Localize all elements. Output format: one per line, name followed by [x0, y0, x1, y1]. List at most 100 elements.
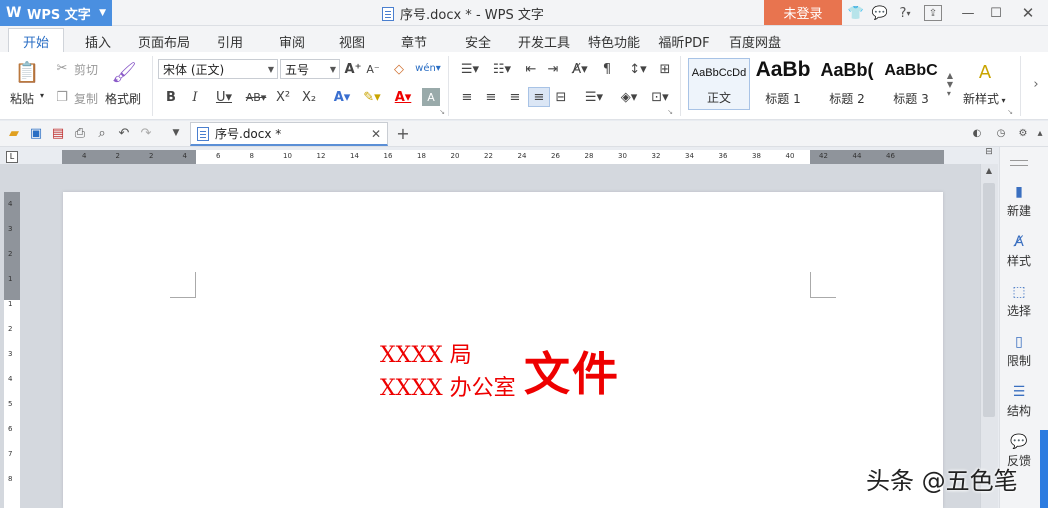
- tab-foxit-pdf[interactable]: 福昕PDF: [654, 30, 714, 52]
- styles-scroll-icon[interactable]: ▲ ▼ ▾: [944, 58, 956, 110]
- tab-stop-selector-icon[interactable]: L: [6, 151, 18, 163]
- side-styles-button[interactable]: A̸ 样式: [999, 234, 1039, 269]
- new-style-icon[interactable]: A: [972, 60, 998, 84]
- vertical-ruler[interactable]: 4 3 2 1 1 2 3 4 5 6 7 8: [4, 192, 20, 508]
- scrollbar-thumb[interactable]: [983, 183, 995, 417]
- font-color-icon[interactable]: A▾: [390, 88, 416, 106]
- maximize-button[interactable]: ☐: [986, 3, 1006, 23]
- tab-references[interactable]: 引用: [210, 30, 250, 52]
- chat-icon[interactable]: 💬: [870, 3, 890, 23]
- numbered-list-icon[interactable]: ☷▾: [488, 60, 516, 78]
- font-name-select[interactable]: 宋体 (正文) ▼: [158, 59, 278, 79]
- show-marks-icon[interactable]: ¶: [598, 60, 616, 78]
- upload-icon[interactable]: ⇪: [924, 5, 942, 21]
- distributed-icon[interactable]: ⊟: [552, 88, 570, 106]
- app-menu-button[interactable]: W WPS 文字 ▼: [0, 0, 112, 26]
- italic-icon[interactable]: I: [186, 88, 204, 106]
- export-pdf-icon[interactable]: ▤: [50, 125, 66, 141]
- settings-icon[interactable]: ⚙: [1016, 126, 1030, 140]
- print-preview-icon[interactable]: ⌕: [94, 125, 110, 141]
- side-new-button[interactable]: ▮ 新建: [999, 184, 1039, 219]
- style-heading-1[interactable]: AaBb 标题 1: [752, 58, 814, 110]
- format-painter-button[interactable]: 格式刷: [105, 90, 141, 107]
- help-button[interactable]: ? ▾: [894, 3, 916, 23]
- shading-icon[interactable]: ◈▾: [614, 88, 644, 106]
- doc-heading-line-1[interactable]: XXXX 局: [380, 337, 472, 369]
- bold-icon[interactable]: B: [162, 88, 180, 106]
- side-restrict-button[interactable]: ▯ 限制: [999, 334, 1039, 369]
- new-style-button[interactable]: 新样式 ▾: [963, 90, 1006, 107]
- doc-heading-line-2[interactable]: XXXX 办公室: [380, 370, 516, 402]
- sort-icon[interactable]: ↕▾: [624, 60, 652, 78]
- clear-format-icon[interactable]: ◇: [390, 60, 408, 78]
- character-shading-icon[interactable]: A: [422, 88, 440, 106]
- save-icon[interactable]: ▣: [28, 125, 44, 141]
- align-left-icon[interactable]: ≡: [458, 88, 476, 106]
- subscript-icon[interactable]: X₂: [300, 88, 318, 106]
- minimize-button[interactable]: —: [958, 3, 978, 23]
- tab-insert[interactable]: 插入: [78, 30, 118, 52]
- font-dialog-icon[interactable]: ↘: [438, 108, 446, 116]
- paragraph-dialog-icon[interactable]: ↘: [666, 108, 674, 116]
- underline-icon[interactable]: U▾: [210, 88, 238, 106]
- decrease-indent-icon[interactable]: ⇤: [522, 60, 540, 78]
- undo-icon[interactable]: ↶: [116, 125, 132, 141]
- paste-button[interactable]: 粘贴: [10, 90, 34, 107]
- close-tab-icon[interactable]: ✕: [371, 127, 381, 141]
- document-page[interactable]: [63, 192, 943, 508]
- superscript-icon[interactable]: X²: [274, 88, 292, 106]
- split-view-icon[interactable]: ⊟: [983, 147, 995, 161]
- close-button[interactable]: ✕: [1018, 3, 1038, 23]
- tab-home[interactable]: 开始: [8, 28, 64, 53]
- login-button[interactable]: 未登录: [764, 0, 842, 25]
- collapse-icon[interactable]: ▴: [1034, 126, 1046, 140]
- strikethrough-icon[interactable]: AB▾: [242, 88, 270, 106]
- copy-button[interactable]: 复制: [74, 90, 98, 107]
- grow-font-icon[interactable]: A⁺: [344, 60, 362, 78]
- open-folder-icon[interactable]: ▰: [6, 125, 22, 141]
- align-center-icon[interactable]: ≡: [482, 88, 500, 106]
- side-select-button[interactable]: ⬚ 选择: [999, 284, 1039, 319]
- paste-icon[interactable]: 📋: [14, 58, 40, 86]
- tab-security[interactable]: 安全: [458, 30, 498, 52]
- side-structure-button[interactable]: ☰ 结构: [999, 384, 1039, 419]
- new-tab-icon[interactable]: +: [394, 124, 412, 143]
- cut-button[interactable]: 剪切: [74, 61, 98, 78]
- tab-baidu-netdisk[interactable]: 百度网盘: [724, 30, 786, 52]
- scroll-up-icon[interactable]: ▲: [983, 166, 995, 180]
- horizontal-ruler[interactable]: 4 2 2 4 6 8 10 12 14 16 18 20 22 24 26 28 30 32 34 36 38 40 42…: [62, 150, 944, 164]
- print-icon[interactable]: ⎙: [72, 125, 88, 141]
- doc-heading-big[interactable]: 文件: [524, 338, 620, 404]
- align-right-icon[interactable]: ≡: [506, 88, 524, 106]
- style-heading-2[interactable]: AaBb( 标题 2: [816, 58, 878, 110]
- bullet-list-icon[interactable]: ☰▾: [456, 60, 484, 78]
- highlight-icon[interactable]: ✎▾: [358, 88, 386, 106]
- style-heading-3[interactable]: AaBbC 标题 3: [880, 58, 942, 110]
- tab-view[interactable]: 视图: [332, 30, 372, 52]
- drag-handle-icon[interactable]: [1010, 160, 1028, 166]
- line-spacing-icon[interactable]: ☰▾: [580, 88, 608, 106]
- tab-features[interactable]: 特色功能: [584, 30, 644, 52]
- shrink-font-icon[interactable]: A⁻: [364, 60, 382, 78]
- redo-icon[interactable]: ↷: [138, 125, 154, 141]
- styles-dialog-icon[interactable]: ↘: [1006, 108, 1014, 116]
- font-size-select[interactable]: 五号 ▼: [280, 59, 340, 79]
- read-mode-icon[interactable]: ◐: [970, 126, 984, 140]
- increase-indent-icon[interactable]: ⇥: [544, 60, 562, 78]
- chinese-layout-icon[interactable]: A̸▾: [566, 60, 594, 78]
- history-icon[interactable]: ◷: [994, 126, 1008, 140]
- tab-review[interactable]: 审阅: [272, 30, 312, 52]
- tab-developer[interactable]: 开发工具: [514, 30, 574, 52]
- customize-toolbar-icon[interactable]: ▼: [168, 125, 184, 141]
- skin-icon[interactable]: 👕: [846, 3, 866, 23]
- format-painter-icon[interactable]: 🖌: [111, 58, 136, 86]
- borders-icon[interactable]: ⊡▾: [646, 88, 674, 106]
- table-icon[interactable]: ⊞: [656, 60, 674, 78]
- justify-icon[interactable]: ≡: [528, 87, 550, 107]
- style-normal[interactable]: AaBbCcDd 正文: [688, 58, 750, 110]
- text-effect-icon[interactable]: A▾: [330, 88, 354, 106]
- ribbon-scroll-right-icon[interactable]: ›: [1030, 76, 1042, 92]
- document-tab[interactable]: 序号.docx * ✕: [190, 122, 388, 146]
- tab-page-layout[interactable]: 页面布局: [134, 30, 194, 52]
- phonetic-guide-icon[interactable]: wén▾: [414, 58, 442, 78]
